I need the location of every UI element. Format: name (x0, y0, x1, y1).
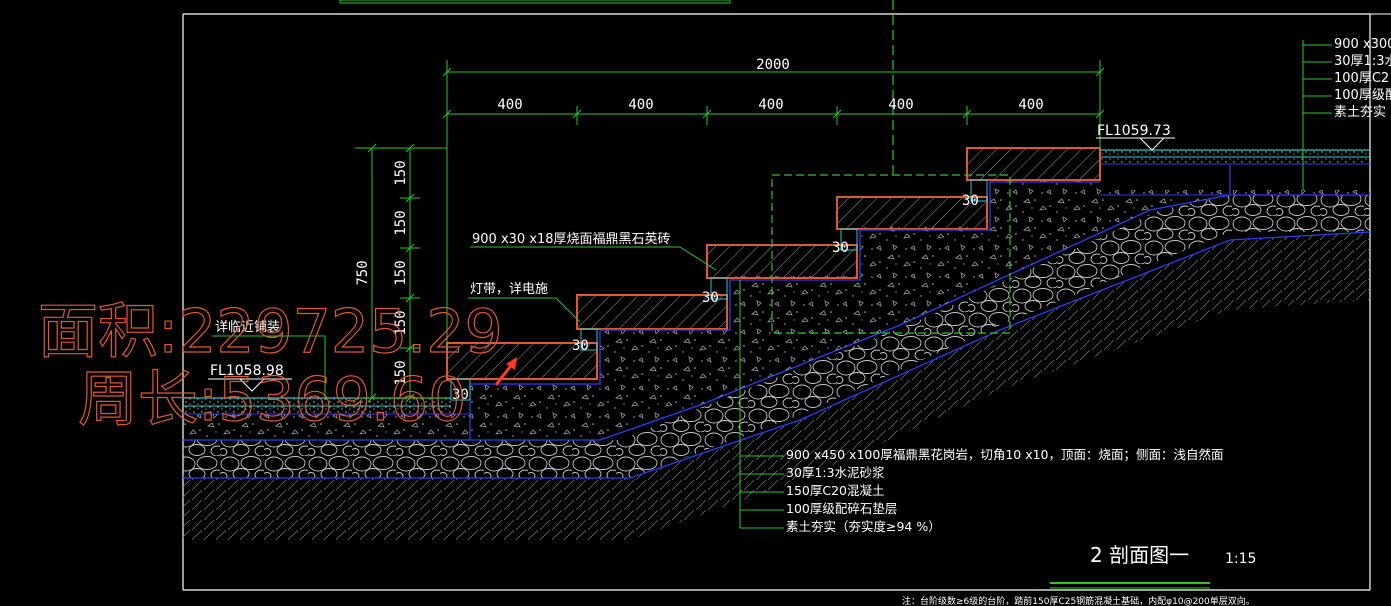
dim-segment-5: 400 (1018, 97, 1043, 113)
dim-riser-2: 150 (393, 210, 409, 235)
annotation-paver: 900 x30 x18厚烧面福鼎黑石英砖 (470, 232, 717, 271)
dim-riser-1: 150 (393, 160, 409, 185)
right-callout-1: 900 x300 (1334, 37, 1391, 52)
section-title: 2 剖面图一 (1090, 543, 1189, 567)
annotation-paver-text: 900 x30 x18厚烧面福鼎黑石英砖 (472, 232, 671, 247)
right-callout-5: 素土夯实（ (1334, 105, 1391, 120)
joint-label-3: 30 (702, 290, 719, 306)
upper-ground-paving (1100, 149, 1370, 165)
right-callout-2: 30厚1:3水 (1334, 54, 1391, 69)
annotation-light-strip-text: 灯带，详电施 (470, 282, 548, 297)
section-title-block: 2 剖面图一 1:15 (1050, 543, 1256, 589)
layer-callout-3: 150厚C20混凝土 (786, 483, 885, 498)
section-scale: 1:15 (1225, 551, 1256, 567)
layer-callout-4: 100厚级配碎石垫层 (786, 501, 897, 516)
dim-riser-3: 150 (393, 260, 409, 285)
joint-label-4: 30 (832, 240, 849, 256)
watermark-area: 面积:229725.29 (38, 297, 503, 367)
joint-label-5: 30 (962, 193, 979, 209)
layer-callout-1: 900 x450 x100厚福鼎黑花岗岩，切角10 x10，顶面：烧面；侧面：浅… (786, 447, 1224, 462)
dim-segment-4: 400 (888, 97, 913, 113)
dim-segment-1: 400 (497, 97, 522, 113)
watermark-perimeter: 周长:5369.60 (78, 365, 466, 435)
layer-callout-5: 素土夯实（夯实度≥94 %） (786, 519, 941, 534)
elevation-marker-upper: FL1059.73 (1096, 123, 1175, 151)
dim-total-height: 750 (355, 260, 371, 285)
layer-callout-2: 30厚1:3水泥砂浆 (786, 465, 885, 480)
elevation-upper-text: FL1059.73 (1097, 123, 1171, 139)
joint-label-2: 30 (572, 338, 589, 354)
right-callout-3: 100厚C2 (1334, 71, 1389, 86)
dim-total-width: 2000 (756, 57, 790, 73)
dim-segment-3: 400 (758, 97, 783, 113)
dim-segment-2: 400 (628, 97, 653, 113)
cad-drawing-canvas[interactable]: 2000 400 400 400 400 400 750 150 150 150… (0, 0, 1391, 606)
tread-5 (966, 147, 1101, 181)
footnote: 注：台阶级数≥6级的台阶，踏前150厚C25钢筋混凝土基础，内配φ10@200单… (902, 595, 1255, 606)
right-callout-4: 100厚级配 (1334, 88, 1391, 103)
right-callout-leaders (1302, 40, 1332, 190)
